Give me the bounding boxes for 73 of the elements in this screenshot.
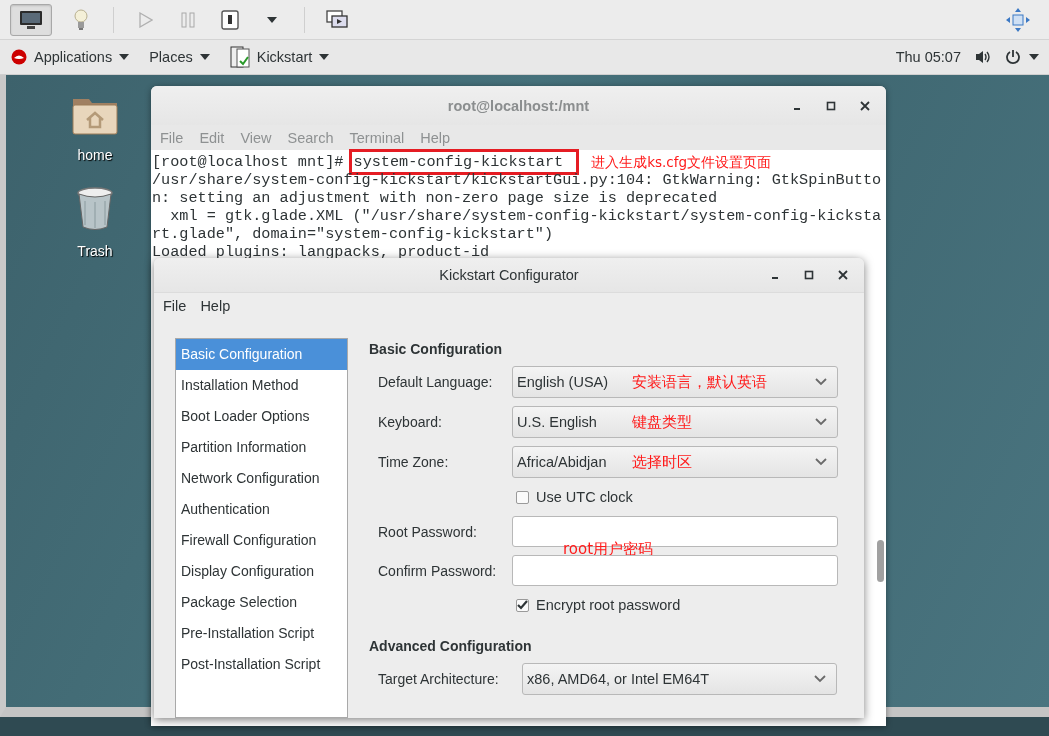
move-icon — [1006, 7, 1030, 32]
volume-icon[interactable] — [975, 50, 991, 64]
output-line: n: setting an adjustment with non-zero page size is deprecated — [152, 189, 718, 207]
icon-label: Trash — [77, 243, 113, 259]
caret-icon — [267, 16, 277, 23]
field-label: Root Password: — [378, 523, 478, 540]
hat-icon — [11, 49, 27, 65]
caret-icon — [319, 54, 330, 60]
screen-button[interactable] — [10, 3, 52, 36]
caret-icon — [199, 54, 210, 60]
window-title: root@localhost:/mnt — [447, 97, 590, 114]
section-item[interactable]: Firewall Configuration — [176, 525, 347, 556]
section-item[interactable]: Pre-Installation Script — [176, 618, 347, 649]
scrollbar[interactable] — [877, 540, 884, 582]
panel-menu[interactable]: Places — [149, 47, 210, 67]
prompt: [root@localhost mnt]# — [152, 153, 345, 171]
section-item[interactable]: Network Configuration — [176, 463, 347, 494]
section-item[interactable]: Authentication — [176, 494, 347, 525]
app-icon — [229, 45, 250, 69]
field-label: Default Language: — [378, 374, 494, 390]
section-item[interactable]: Post-Installation Script — [176, 649, 347, 680]
annotation: 键盘类型 — [632, 413, 692, 432]
checkbox[interactable] — [516, 598, 529, 612]
panel-menu[interactable]: Kickstart — [229, 43, 330, 71]
dropdown[interactable]: x86, AMD64, or Intel EM64T — [522, 663, 837, 695]
close-icon[interactable] — [838, 270, 848, 281]
power-icon[interactable] — [1005, 49, 1021, 65]
field-label: Keyboard: — [378, 414, 443, 430]
switch-icon — [221, 9, 239, 30]
field-label: Target Architecture: — [378, 671, 500, 687]
annotation: 选择时区 — [632, 453, 692, 472]
section-heading: Advanced Configuration — [369, 638, 533, 654]
check-icon — [517, 600, 528, 610]
monitor-icon — [19, 9, 43, 30]
output-line: rt.glade", domain="system-config-kickstart") — [152, 225, 553, 243]
checkbox-label[interactable]: Encrypt root password — [536, 597, 681, 613]
caret-icon — [119, 54, 130, 60]
section-item[interactable]: Partition Information — [176, 432, 347, 463]
panel-menu[interactable]: Applications — [11, 47, 130, 67]
maximize-icon[interactable] — [804, 270, 814, 281]
section-item[interactable]: Package Selection — [176, 587, 347, 618]
icon-label: home — [77, 147, 113, 163]
chevron-icon — [814, 675, 826, 683]
annotation: 安装语言，默认英语 — [632, 373, 767, 392]
chevron-icon — [815, 458, 827, 466]
section-item[interactable]: Boot Loader Options — [176, 401, 347, 432]
annotation: 进入生成ks.cfg文件设置页面 — [591, 153, 772, 171]
close-icon[interactable] — [860, 100, 870, 111]
lightbulb-icon — [74, 8, 88, 31]
output-line: xml = gtk.glade.XML ("/usr/share/system-config-kickstart/system-config-kicksta — [169, 207, 882, 225]
menu-item[interactable]: Help — [200, 298, 231, 315]
trash-icon — [76, 187, 114, 231]
menu-item[interactable]: File — [163, 298, 187, 315]
section-item[interactable]: Installation Method — [176, 370, 347, 401]
monitors-icon — [326, 9, 348, 30]
field-label: Confirm Password: — [378, 562, 498, 579]
chevron-icon — [815, 418, 827, 426]
chevron-icon — [815, 378, 827, 386]
pause-icon — [181, 11, 195, 28]
section-item[interactable]: Display Configuration — [176, 556, 347, 587]
annotation: root用户密码 — [563, 540, 654, 559]
maximize-icon[interactable] — [826, 100, 836, 111]
password-field[interactable] — [512, 555, 838, 586]
checkbox[interactable] — [516, 490, 529, 504]
play-icon — [139, 11, 153, 28]
clock[interactable]: Thu 05:07 — [895, 49, 961, 65]
field-label: Time Zone: — [378, 454, 450, 470]
caret-icon — [1029, 54, 1039, 60]
output-line: Loaded plugins: langpacks, product-id — [152, 243, 490, 261]
section-heading: Basic Configuration — [369, 341, 503, 357]
window-title: Kickstart Configurator — [439, 267, 579, 284]
checkbox-label[interactable]: Use UTC clock — [536, 489, 633, 505]
output-line: /usr/share/system-config-kickstart/kickstartGui.py:104: GtkWarning: GtkSpinButto — [152, 171, 882, 189]
